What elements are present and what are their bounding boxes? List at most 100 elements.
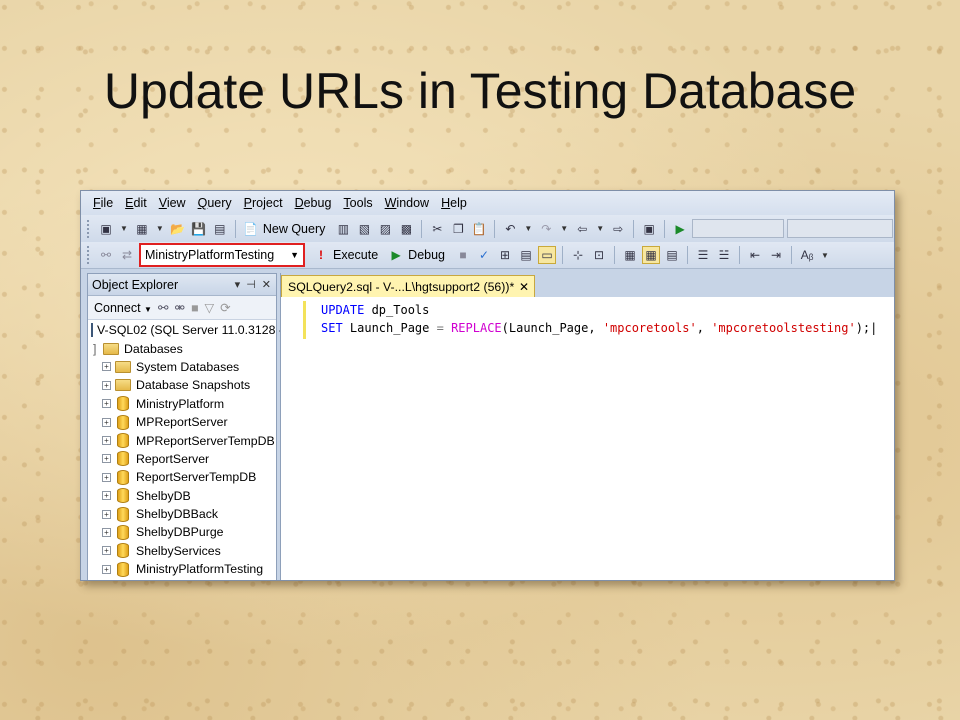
tree-databases-folder[interactable]: ] Databases <box>88 339 276 357</box>
chevron-down-icon[interactable]: ▼ <box>560 224 568 233</box>
expand-icon[interactable]: + <box>102 454 111 464</box>
menu-edit[interactable]: Edit <box>119 196 153 210</box>
tree-item[interactable]: + MPReportServer <box>88 413 276 431</box>
parse-icon[interactable]: ✓ <box>475 246 493 264</box>
chevron-down-icon[interactable]: ▼ <box>120 224 128 233</box>
query-designer-icon[interactable]: ▤ <box>517 246 535 264</box>
solution-config-dropdown[interactable] <box>692 219 785 238</box>
tree-item[interactable]: + ReportServer <box>88 450 276 468</box>
execute-icon[interactable]: ! <box>312 246 330 264</box>
redo-icon[interactable]: ↷ <box>537 220 555 238</box>
close-icon[interactable]: ✕ <box>262 278 271 291</box>
stop-icon[interactable]: ■ <box>191 301 199 315</box>
menu-view[interactable]: View <box>153 196 192 210</box>
chevron-down-icon[interactable]: ▼ <box>156 224 164 233</box>
new-query-button[interactable]: New Query <box>263 222 326 236</box>
expand-icon[interactable]: + <box>102 399 111 409</box>
sql-code-editor[interactable]: UPDATE dp_Tools SET Launch_Page = REPLAC… <box>281 297 894 580</box>
database-engine-query-icon[interactable]: ▥ <box>334 220 352 238</box>
chevron-down-icon[interactable]: ▼ <box>596 224 604 233</box>
tree-item[interactable]: + ReportServerTempDB <box>88 468 276 486</box>
intellisense-icon[interactable]: ▭ <box>538 246 557 264</box>
results-to-file-icon[interactable]: ▤ <box>663 246 681 264</box>
tree-item[interactable]: + Database Snapshots <box>88 376 276 394</box>
results-to-grid-icon[interactable]: ▦ <box>642 246 661 264</box>
new-project-icon[interactable]: ▣ <box>97 220 115 238</box>
debug-icon[interactable]: ▶ <box>387 246 405 264</box>
disconnect-icon[interactable]: ⚮ <box>174 300 184 315</box>
available-databases-select[interactable]: MinistryPlatformTesting ▼ <box>139 243 305 267</box>
start-debugging-icon[interactable]: ▶ <box>671 220 689 238</box>
pin-icon[interactable]: ⊣ <box>246 278 256 291</box>
connect-object-icon[interactable]: ⚯ <box>158 300 168 315</box>
window-position-icon[interactable]: ▾ <box>235 278 241 291</box>
expand-icon[interactable]: + <box>102 417 111 427</box>
results-to-text-icon[interactable]: ▦ <box>621 246 639 264</box>
expand-icon[interactable]: + <box>102 362 111 372</box>
dmx-query-icon[interactable]: ▨ <box>376 220 394 238</box>
display-estimated-plan-icon[interactable]: ⊞ <box>496 246 514 264</box>
tree-item[interactable]: + System Databases <box>88 358 276 376</box>
expand-icon[interactable]: + <box>102 380 111 390</box>
close-icon[interactable]: ✕ <box>519 280 534 294</box>
expand-icon[interactable]: + <box>102 546 111 556</box>
cancel-query-icon[interactable]: ■ <box>454 246 472 264</box>
cut-icon[interactable]: ✂ <box>428 220 446 238</box>
activity-monitor-icon[interactable]: ▣ <box>640 220 658 238</box>
chevron-down-icon[interactable]: ▼ <box>290 250 299 260</box>
tree-server-node[interactable]: V-SQL02 (SQL Server 11.0.3128 - <box>88 321 283 339</box>
find-dropdown[interactable] <box>787 219 894 238</box>
include-actual-plan-icon[interactable]: ⊹ <box>569 246 587 264</box>
menu-help[interactable]: Help <box>435 196 473 210</box>
menu-debug[interactable]: Debug <box>289 196 338 210</box>
expand-icon[interactable]: + <box>102 472 111 482</box>
toolbar-grip[interactable] <box>87 246 91 264</box>
connect-icon[interactable]: ⚯ <box>97 246 115 264</box>
save-all-icon[interactable]: ▤ <box>211 220 229 238</box>
paste-icon[interactable]: 📋 <box>470 220 488 238</box>
refresh-icon[interactable]: ⟳ <box>220 300 230 315</box>
uncomment-icon[interactable]: ☱ <box>715 246 733 264</box>
menu-query[interactable]: Query <box>192 196 238 210</box>
tree-item[interactable]: + ShelbyDBBack <box>88 505 276 523</box>
change-connection-icon[interactable]: ⇄ <box>118 246 136 264</box>
open-folder-icon[interactable]: 📂 <box>169 220 187 238</box>
copy-icon[interactable]: ❐ <box>449 220 467 238</box>
mdx-query-icon[interactable]: ▧ <box>355 220 373 238</box>
navigate-forward-icon[interactable]: ⇨ <box>609 220 627 238</box>
expand-icon[interactable]: + <box>102 527 111 537</box>
expand-icon[interactable]: + <box>102 491 111 501</box>
increase-indent-icon[interactable]: ⇥ <box>767 246 785 264</box>
expand-icon[interactable]: + <box>102 509 111 519</box>
debug-button[interactable]: Debug <box>408 248 445 262</box>
decrease-indent-icon[interactable]: ⇤ <box>746 246 764 264</box>
menu-tools[interactable]: Tools <box>337 196 378 210</box>
tree-item[interactable]: + ShelbyDB <box>88 487 276 505</box>
menu-project[interactable]: Project <box>238 196 289 210</box>
tree-item[interactable]: + MinistryPlatform <box>88 395 276 413</box>
add-item-icon[interactable]: ▦ <box>133 220 151 238</box>
execute-button[interactable]: Execute <box>333 248 378 262</box>
menu-file[interactable]: File <box>87 196 119 210</box>
specify-template-values-icon[interactable]: Aᵦ <box>798 246 816 264</box>
save-icon[interactable]: 💾 <box>190 220 208 238</box>
tree-item[interactable]: + MinistryPlatformTesting <box>88 560 276 578</box>
toolbar-grip[interactable] <box>87 219 91 238</box>
expand-icon[interactable]: + <box>102 436 111 446</box>
tree-item[interactable]: + ShelbyServices <box>88 542 276 560</box>
filter-icon[interactable]: ▽ <box>205 300 215 315</box>
menu-window[interactable]: Window <box>379 196 435 210</box>
xmla-query-icon[interactable]: ▩ <box>397 220 415 238</box>
tab-sqlquery2[interactable]: SQLQuery2.sql - V-...L\hgtsupport2 (56))… <box>281 275 535 297</box>
connect-button[interactable]: Connect ▼ <box>94 301 152 315</box>
expand-icon[interactable]: + <box>102 564 111 574</box>
new-query-icon[interactable]: 📄 <box>242 220 260 238</box>
client-statistics-icon[interactable]: ⊡ <box>590 246 608 264</box>
chevron-down-icon[interactable]: ▼ <box>524 224 532 233</box>
comment-out-icon[interactable]: ☰ <box>694 246 712 264</box>
tree-item[interactable]: + ShelbyDBPurge <box>88 523 276 541</box>
chevron-down-icon[interactable]: ▼ <box>821 251 829 260</box>
navigate-backward-icon[interactable]: ⇦ <box>573 220 591 238</box>
undo-icon[interactable]: ↶ <box>501 220 519 238</box>
tree-item[interactable]: + MPReportServerTempDB <box>88 431 276 449</box>
